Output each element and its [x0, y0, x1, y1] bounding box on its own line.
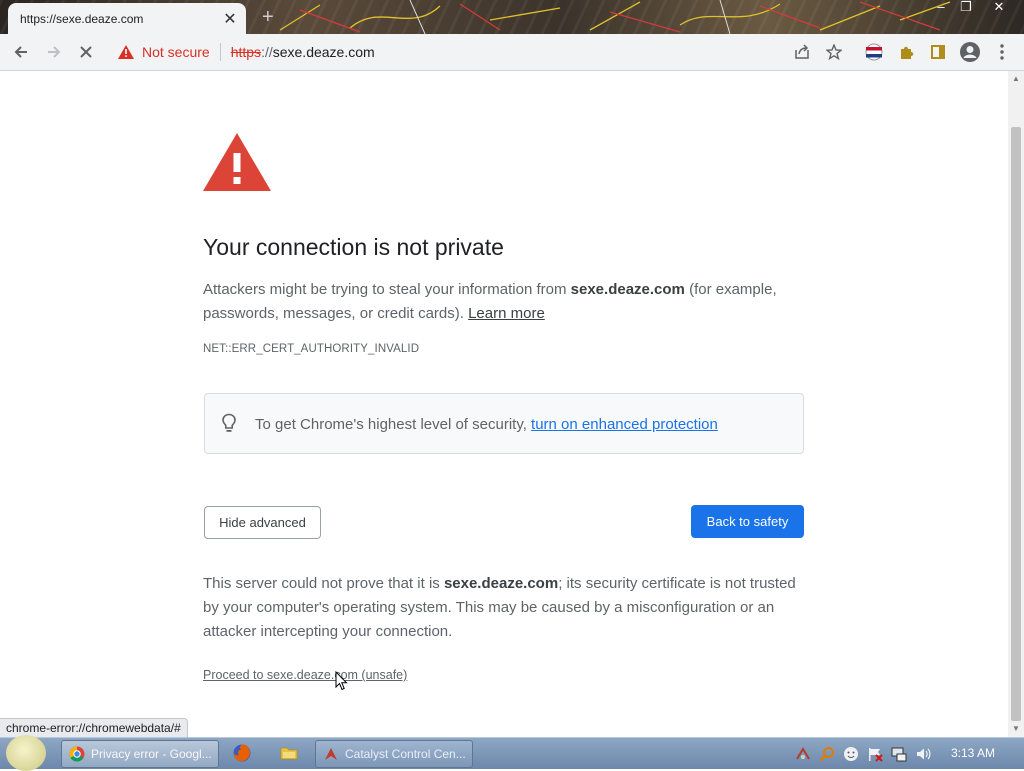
enhanced-protection-box: To get Chrome's highest level of securit… — [204, 393, 804, 454]
extension-flag-icon[interactable] — [860, 38, 888, 66]
chrome-icon — [69, 746, 85, 762]
scroll-down-arrow-icon[interactable]: ▼ — [1008, 722, 1024, 736]
learn-more-link[interactable]: Learn more — [468, 305, 545, 322]
enhanced-protection-link[interactable]: turn on enhanced protection — [531, 416, 718, 433]
url-separator: :// — [261, 44, 273, 60]
omnibox-divider — [219, 43, 221, 61]
url-text[interactable]: https://sexe.deaze.com — [231, 44, 375, 60]
details-text: This server could not prove that it is — [203, 575, 444, 592]
speaker-icon[interactable] — [915, 746, 931, 762]
lightbulb-icon — [222, 413, 236, 432]
monitor-icon[interactable] — [891, 746, 907, 762]
start-button[interactable] — [6, 735, 46, 771]
task-privacy-error[interactable]: Privacy error - Googl... — [61, 740, 219, 768]
share-icon[interactable] — [788, 38, 816, 66]
tab-title: https://sexe.deaze.com — [20, 11, 144, 26]
catalyst-icon — [325, 748, 337, 760]
details-host: sexe.deaze.com — [443, 575, 559, 592]
scroll-up-arrow-icon[interactable]: ▲ — [1008, 72, 1024, 86]
folder-icon[interactable] — [279, 743, 299, 763]
extensions-puzzle-icon[interactable] — [892, 38, 920, 66]
menu-kebab-icon[interactable] — [988, 38, 1016, 66]
flag-icon[interactable] — [867, 746, 883, 762]
side-panel-icon[interactable] — [924, 38, 952, 66]
intro-text: Attackers might be trying to steal your … — [203, 281, 571, 298]
minimize-icon[interactable]: – — [930, 0, 952, 16]
scrollbar-thumb[interactable] — [1011, 127, 1021, 721]
restore-icon[interactable]: ❐ — [955, 0, 977, 16]
enhanced-protection-text: To get Chrome's highest level of securit… — [255, 416, 718, 433]
page-title: Your connection is not private — [203, 234, 504, 260]
network-icon[interactable] — [795, 746, 811, 762]
intro-host: sexe.deaze.com — [570, 281, 685, 298]
task-catalyst-control-center[interactable]: Catalyst Control Cen... — [315, 740, 473, 768]
hide-advanced-button[interactable]: Hide advanced — [204, 506, 321, 539]
task-label: Catalyst Control Cen... — [345, 747, 466, 761]
task-label: Privacy error - Googl... — [91, 747, 212, 761]
enhanced-text: To get Chrome's highest level of securit… — [255, 416, 532, 433]
url-host: sexe.deaze.com — [272, 44, 375, 60]
details-paragraph: This server could not prove that it is s… — [203, 572, 803, 644]
back-to-safety-button[interactable]: Back to safety — [691, 505, 804, 538]
url-scheme: https — [230, 44, 262, 60]
back-icon[interactable] — [7, 38, 35, 66]
error-code: NET::ERR_CERT_AUTHORITY_INVALID — [203, 343, 420, 355]
profile-avatar-icon[interactable] — [956, 38, 984, 66]
warning-triangle-icon — [203, 133, 271, 191]
magnifier-icon[interactable] — [819, 746, 835, 762]
tab-close-icon[interactable]: ✕ — [220, 9, 240, 29]
browser-toolbar: Not secure https://sexe.deaze.com — [0, 34, 1024, 71]
address-bar[interactable]: Not secure https://sexe.deaze.com — [108, 38, 846, 66]
proceed-unsafe-link[interactable]: Proceed to sexe.deaze.com (unsafe) — [203, 668, 407, 682]
not-secure-label[interactable]: Not secure — [142, 44, 210, 60]
new-tab-icon[interactable]: + — [262, 6, 274, 29]
tab-strip: https://sexe.deaze.com ✕ + – ❐ ✕ — [0, 0, 1024, 34]
mouse-cursor-icon — [335, 671, 348, 691]
bookmark-star-icon[interactable] — [820, 38, 848, 66]
intro-paragraph: Attackers might be trying to steal your … — [203, 278, 803, 326]
taskbar: Privacy error - Googl... Catalyst Contro… — [0, 735, 1024, 771]
wallpaper-scribble — [279, 0, 951, 34]
forward-icon[interactable] — [40, 38, 68, 66]
stop-loading-icon[interactable] — [72, 38, 100, 66]
not-secure-warning-icon[interactable] — [118, 43, 136, 61]
active-tab[interactable]: https://sexe.deaze.com ✕ — [8, 3, 246, 34]
smiley-icon[interactable] — [843, 746, 859, 762]
system-clock[interactable]: 3:13 AM — [951, 746, 995, 760]
firefox-icon[interactable] — [232, 743, 252, 763]
close-window-icon[interactable]: ✕ — [988, 0, 1010, 16]
